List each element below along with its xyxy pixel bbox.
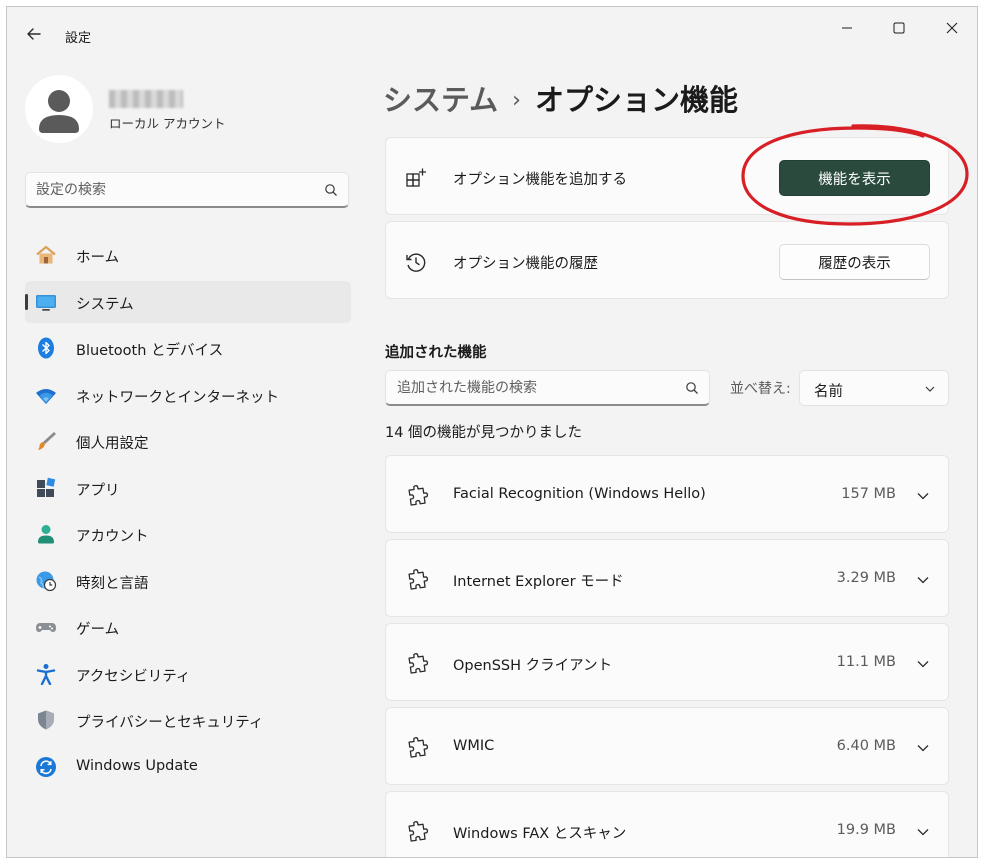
- account-type-label: ローカル アカウント: [109, 116, 226, 131]
- feature-name: Windows FAX とスキャン: [453, 826, 627, 842]
- sidebar-item-personalization[interactable]: 個人用設定: [25, 420, 351, 462]
- feature-name: WMIC: [453, 738, 495, 754]
- profile-name-redacted: [109, 90, 183, 108]
- sidebar-item-accounts[interactable]: アカウント: [25, 513, 351, 555]
- breadcrumb: システム › オプション機能: [383, 77, 738, 119]
- add-grid-icon: [406, 168, 426, 187]
- feature-row-internet-explorer-mode[interactable]: Internet Explorer モード 3.29 MB: [385, 539, 949, 617]
- shield-icon: [38, 710, 54, 730]
- search-icon[interactable]: [685, 381, 699, 395]
- chevron-down-icon: [925, 386, 935, 392]
- breadcrumb-separator: ›: [512, 88, 521, 113]
- feature-size: 19.9 MB: [836, 822, 896, 838]
- sidebar-item-label: ホーム: [76, 250, 120, 266]
- sidebar-item-time-language[interactable]: 時刻と言語: [25, 560, 351, 602]
- sidebar-item-home[interactable]: ホーム: [25, 234, 351, 276]
- close-icon[interactable]: [932, 13, 972, 43]
- sidebar-item-label: アプリ: [76, 482, 120, 499]
- feature-search-input[interactable]: [397, 377, 677, 399]
- sort-label: 並べ替え:: [730, 381, 791, 397]
- sidebar-item-bluetooth[interactable]: Bluetooth とデバイス: [25, 327, 351, 369]
- home-icon: [36, 245, 56, 264]
- feature-size: 157 MB: [841, 486, 896, 502]
- sidebar-item-system[interactable]: システム: [25, 280, 351, 323]
- feature-size: 6.40 MB: [836, 738, 896, 754]
- sidebar-item-label: ネットワークとインターネット: [76, 389, 279, 406]
- settings-search-input[interactable]: [36, 179, 316, 201]
- sidebar-item-label: ゲーム: [76, 622, 120, 638]
- sort-dropdown[interactable]: 名前: [799, 370, 949, 406]
- feature-name: Facial Recognition (Windows Hello): [453, 486, 706, 502]
- person-avatar-icon: [39, 90, 79, 133]
- wifi-icon: [36, 388, 56, 404]
- search-icon[interactable]: [324, 183, 338, 197]
- selection-indicator: [25, 293, 28, 310]
- paintbrush-icon: [38, 432, 56, 450]
- chevron-down-icon[interactable]: [916, 573, 930, 587]
- page-title: オプション機能: [534, 83, 738, 117]
- history-icon: [406, 253, 426, 272]
- sidebar-item-network[interactable]: ネットワークとインターネット: [25, 374, 351, 416]
- back-arrow-icon[interactable]: [23, 23, 45, 45]
- feature-history-label: オプション機能の履歴: [453, 256, 598, 272]
- feature-row-openssh-client[interactable]: OpenSSH クライアント 11.1 MB: [385, 623, 949, 701]
- sidebar-item-privacy-security[interactable]: プライバシーとセキュリティ: [25, 699, 351, 741]
- add-feature-label: オプション機能を追加する: [453, 172, 627, 188]
- sidebar-item-label: システム: [76, 296, 134, 313]
- puzzle-piece-icon: [408, 737, 429, 758]
- add-feature-card: オプション機能を追加する 機能を表示: [385, 137, 949, 215]
- breadcrumb-parent[interactable]: システム: [383, 83, 498, 117]
- maximize-icon[interactable]: [879, 13, 919, 43]
- chevron-down-icon[interactable]: [916, 657, 930, 671]
- view-features-button[interactable]: 機能を表示: [779, 160, 930, 196]
- feature-search-box[interactable]: [385, 370, 710, 406]
- gamepad-icon: [36, 623, 56, 632]
- sidebar-item-apps[interactable]: アプリ: [25, 467, 351, 509]
- avatar[interactable]: [25, 75, 93, 143]
- puzzle-piece-icon: [408, 569, 429, 590]
- settings-search-box[interactable]: [25, 172, 349, 208]
- sidebar-item-label: アクセシビリティ: [76, 668, 191, 685]
- person-icon: [38, 525, 54, 544]
- feature-name: Internet Explorer モード: [453, 574, 624, 590]
- puzzle-piece-icon: [408, 653, 429, 674]
- sidebar-item-label: Bluetooth とデバイス: [76, 343, 224, 359]
- globe-clock-icon: [36, 571, 57, 591]
- feature-size: 11.1 MB: [836, 654, 896, 670]
- installed-features-heading: 追加された機能: [385, 345, 487, 361]
- sidebar-item-label: 時刻と言語: [76, 575, 149, 592]
- minimize-icon[interactable]: [827, 13, 867, 43]
- app-title: 設定: [65, 31, 92, 46]
- feature-row-windows-fax-scan[interactable]: Windows FAX とスキャン 19.9 MB: [385, 791, 949, 857]
- chevron-down-icon[interactable]: [916, 489, 930, 503]
- feature-name: OpenSSH クライアント: [453, 658, 613, 674]
- puzzle-piece-icon: [408, 485, 429, 506]
- sidebar-item-accessibility[interactable]: アクセシビリティ: [25, 653, 351, 695]
- sort-value: 名前: [814, 384, 843, 400]
- feature-count-text: 14 個の機能が見つかりました: [385, 425, 583, 441]
- sidebar-nav: ホーム システム Bluetooth とデバイス ネットワークとインターネット …: [25, 234, 351, 792]
- bluetooth-icon: [38, 337, 54, 359]
- sidebar-item-gaming[interactable]: ゲーム: [25, 606, 351, 648]
- windows-update-icon: [36, 756, 56, 777]
- sidebar-item-label: 個人用設定: [76, 436, 149, 452]
- title-bar: 設定: [7, 7, 977, 55]
- puzzle-piece-icon: [408, 821, 429, 842]
- feature-row-facial-recognition[interactable]: Facial Recognition (Windows Hello) 157 M…: [385, 455, 949, 533]
- feature-history-card: オプション機能の履歴 履歴の表示: [385, 221, 949, 299]
- system-monitor-icon: [36, 294, 56, 311]
- apps-icon: [37, 477, 56, 497]
- accessibility-icon: [36, 663, 56, 685]
- chevron-down-icon[interactable]: [916, 825, 930, 839]
- sidebar-item-label: アカウント: [76, 529, 149, 545]
- sidebar-item-label: Windows Update: [76, 757, 198, 774]
- feature-row-wmic[interactable]: WMIC 6.40 MB: [385, 707, 949, 785]
- feature-size: 3.29 MB: [836, 570, 896, 586]
- chevron-down-icon[interactable]: [916, 741, 930, 755]
- sidebar-item-windows-update[interactable]: Windows Update: [25, 746, 351, 788]
- settings-window: 設定 ローカル アカウント 設定の検索 ホーム システム Bluetooth と…: [6, 6, 978, 858]
- sidebar-item-label: プライバシーとセキュリティ: [76, 715, 264, 731]
- view-history-button[interactable]: 履歴の表示: [779, 244, 930, 280]
